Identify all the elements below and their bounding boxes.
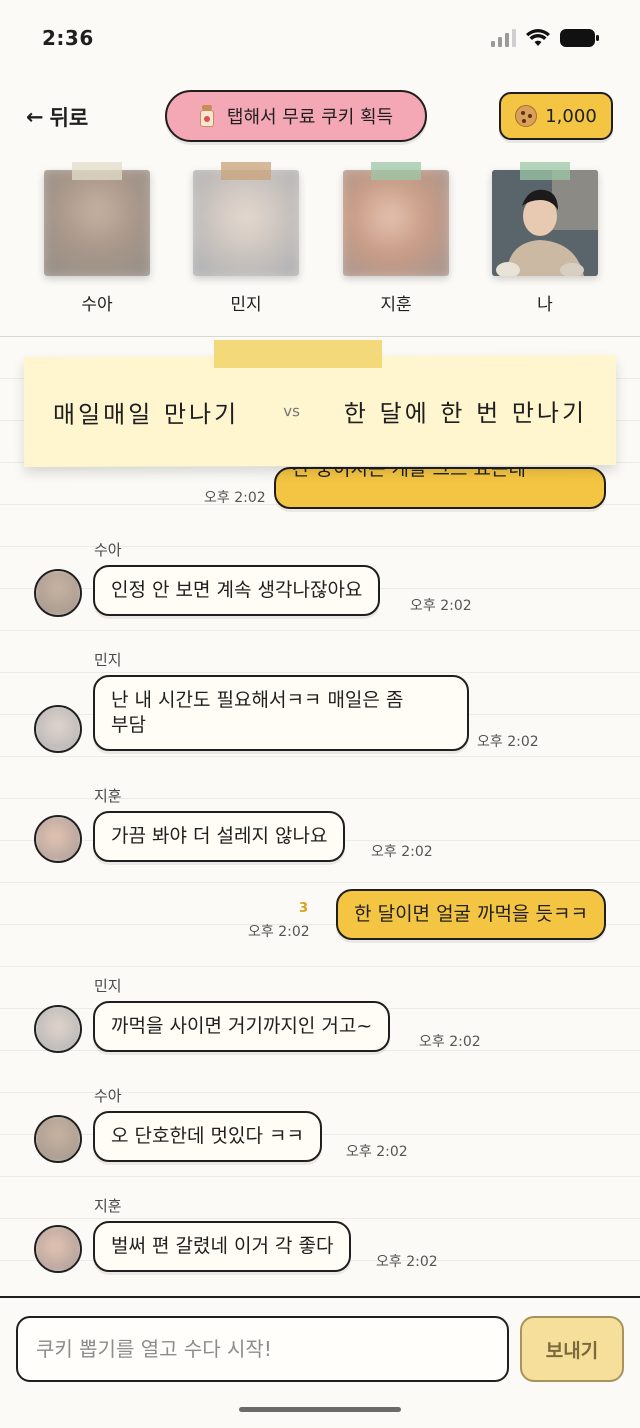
participant-list: 수아 민지 지훈 나: [0, 160, 640, 320]
participant-photo: [44, 170, 150, 276]
tape-decoration: [221, 162, 271, 180]
cookie-icon: [515, 105, 538, 127]
participant-name: 나: [537, 295, 553, 315]
participant-photo: [193, 170, 299, 276]
status-time: 2:36: [42, 26, 94, 50]
my-photo: [492, 170, 598, 276]
message-time: 오후 2:02: [410, 598, 472, 614]
message-bubble[interactable]: 오 단호한데 멋있다 ㅋㅋ: [93, 1111, 322, 1162]
topic-note: 매일매일 만나기 vs 한 달에 한 번 만나기: [23, 354, 617, 468]
message-text: 까먹을 사이면 거기까지인 거고~: [111, 1015, 373, 1037]
message-bubble[interactable]: 한 달이면 얼굴 까먹을 듯ㅋㅋ: [336, 889, 606, 940]
back-label: 뒤로: [49, 106, 89, 130]
sender-avatar[interactable]: [34, 1225, 82, 1273]
back-arrow-icon: ←: [26, 105, 44, 129]
message-time: 오후 2:02: [346, 1144, 408, 1160]
tape-decoration: [371, 162, 421, 180]
message-sender: 민지: [94, 977, 122, 995]
chat-messages[interactable]: 간 중이시는 게을 그드 요는데 오후 2:02 수아 인정 안 보면 계속 생…: [0, 337, 640, 1297]
send-button[interactable]: 보내기: [520, 1316, 624, 1382]
participant-name: 수아: [81, 295, 113, 315]
message-bubble[interactable]: 난 내 시간도 필요해서ㅋㅋ 매일은 좀 부담: [93, 675, 469, 751]
battery-icon: [560, 28, 600, 48]
message-text: 인정 안 보면 계속 생각나잖아요: [111, 579, 363, 601]
message-bubble[interactable]: 가끔 봐야 더 설레지 않나요: [93, 811, 346, 862]
message-time: 오후 2:02: [419, 1034, 481, 1050]
message-sender: 민지: [94, 651, 122, 669]
back-button[interactable]: ← 뒤로: [26, 102, 88, 132]
participant-sua[interactable]: 수아: [37, 160, 157, 315]
message-time: 오후 2:02: [248, 924, 310, 940]
sender-avatar[interactable]: [34, 569, 82, 617]
topic-vs: vs: [283, 402, 300, 421]
message-time: 오후 2:02: [371, 844, 433, 860]
message-sender: 지훈: [94, 1197, 122, 1215]
message-input[interactable]: [16, 1316, 509, 1382]
message-sender: 수아: [94, 541, 122, 559]
wifi-icon: [526, 29, 550, 47]
message-bubble[interactable]: 벌써 편 갈렸네 이거 각 좋다: [93, 1221, 352, 1272]
unread-count: 3: [299, 901, 309, 916]
sender-avatar[interactable]: [34, 1005, 82, 1053]
cookie-jar-icon: [199, 105, 215, 127]
participant-name: 지훈: [380, 295, 412, 315]
status-bar: 2:36: [0, 0, 640, 78]
tape-decoration: [520, 162, 570, 180]
message-text: 난 내 시간도 필요해서ㅋㅋ 매일은 좀 부담: [111, 689, 404, 736]
sender-avatar[interactable]: [34, 1115, 82, 1163]
message-text: 가끔 봐야 더 설레지 않나요: [111, 825, 328, 847]
free-cookie-button[interactable]: 탭해서 무료 쿠키 획득: [165, 90, 427, 142]
message-time: 오후 2:02: [376, 1254, 438, 1270]
cookie-balance-button[interactable]: 1,000: [499, 92, 613, 140]
message-sender: 지훈: [94, 787, 122, 805]
message-bubble[interactable]: 간 중이시는 게을 그드 요는데: [274, 467, 606, 509]
participant-name: 민지: [230, 295, 262, 315]
message-text: 한 달이면 얼굴 까먹을 듯ㅋㅋ: [354, 903, 588, 925]
message-bubble[interactable]: 인정 안 보면 계속 생각나잖아요: [93, 565, 381, 616]
participant-me[interactable]: 나: [485, 160, 605, 315]
tape-decoration: [214, 340, 382, 368]
status-icons: [491, 28, 600, 48]
message-text: 간 중이시는 게을 그드 요는데: [292, 467, 526, 480]
message-text: 벌써 편 갈렸네 이거 각 좋다: [111, 1235, 334, 1257]
tape-decoration: [72, 162, 122, 180]
message-time: 오후 2:02: [204, 490, 266, 506]
message-time: 오후 2:02: [477, 734, 539, 750]
person-photo-icon: [492, 170, 598, 276]
home-indicator: [239, 1407, 401, 1412]
participant-minji[interactable]: 민지: [186, 160, 306, 315]
sender-avatar[interactable]: [34, 815, 82, 863]
message-text: 오 단호한데 멋있다 ㅋㅋ: [111, 1125, 304, 1147]
message-bubble[interactable]: 까먹을 사이면 거기까지인 거고~: [93, 1001, 391, 1052]
signal-icon: [491, 29, 516, 47]
participant-jihun[interactable]: 지훈: [336, 160, 456, 315]
topic-option-a[interactable]: 매일매일 만나기: [53, 394, 239, 430]
chat-header: ← 뒤로 탭해서 무료 쿠키 획득 1,000: [0, 86, 640, 150]
topic-option-b[interactable]: 한 달에 한 번 만나기: [344, 393, 587, 429]
sender-avatar[interactable]: [34, 705, 82, 753]
message-sender: 수아: [94, 1087, 122, 1105]
free-cookie-label: 탭해서 무료 쿠키 획득: [226, 107, 394, 128]
participant-photo: [343, 170, 449, 276]
cookie-count: 1,000: [545, 105, 597, 127]
